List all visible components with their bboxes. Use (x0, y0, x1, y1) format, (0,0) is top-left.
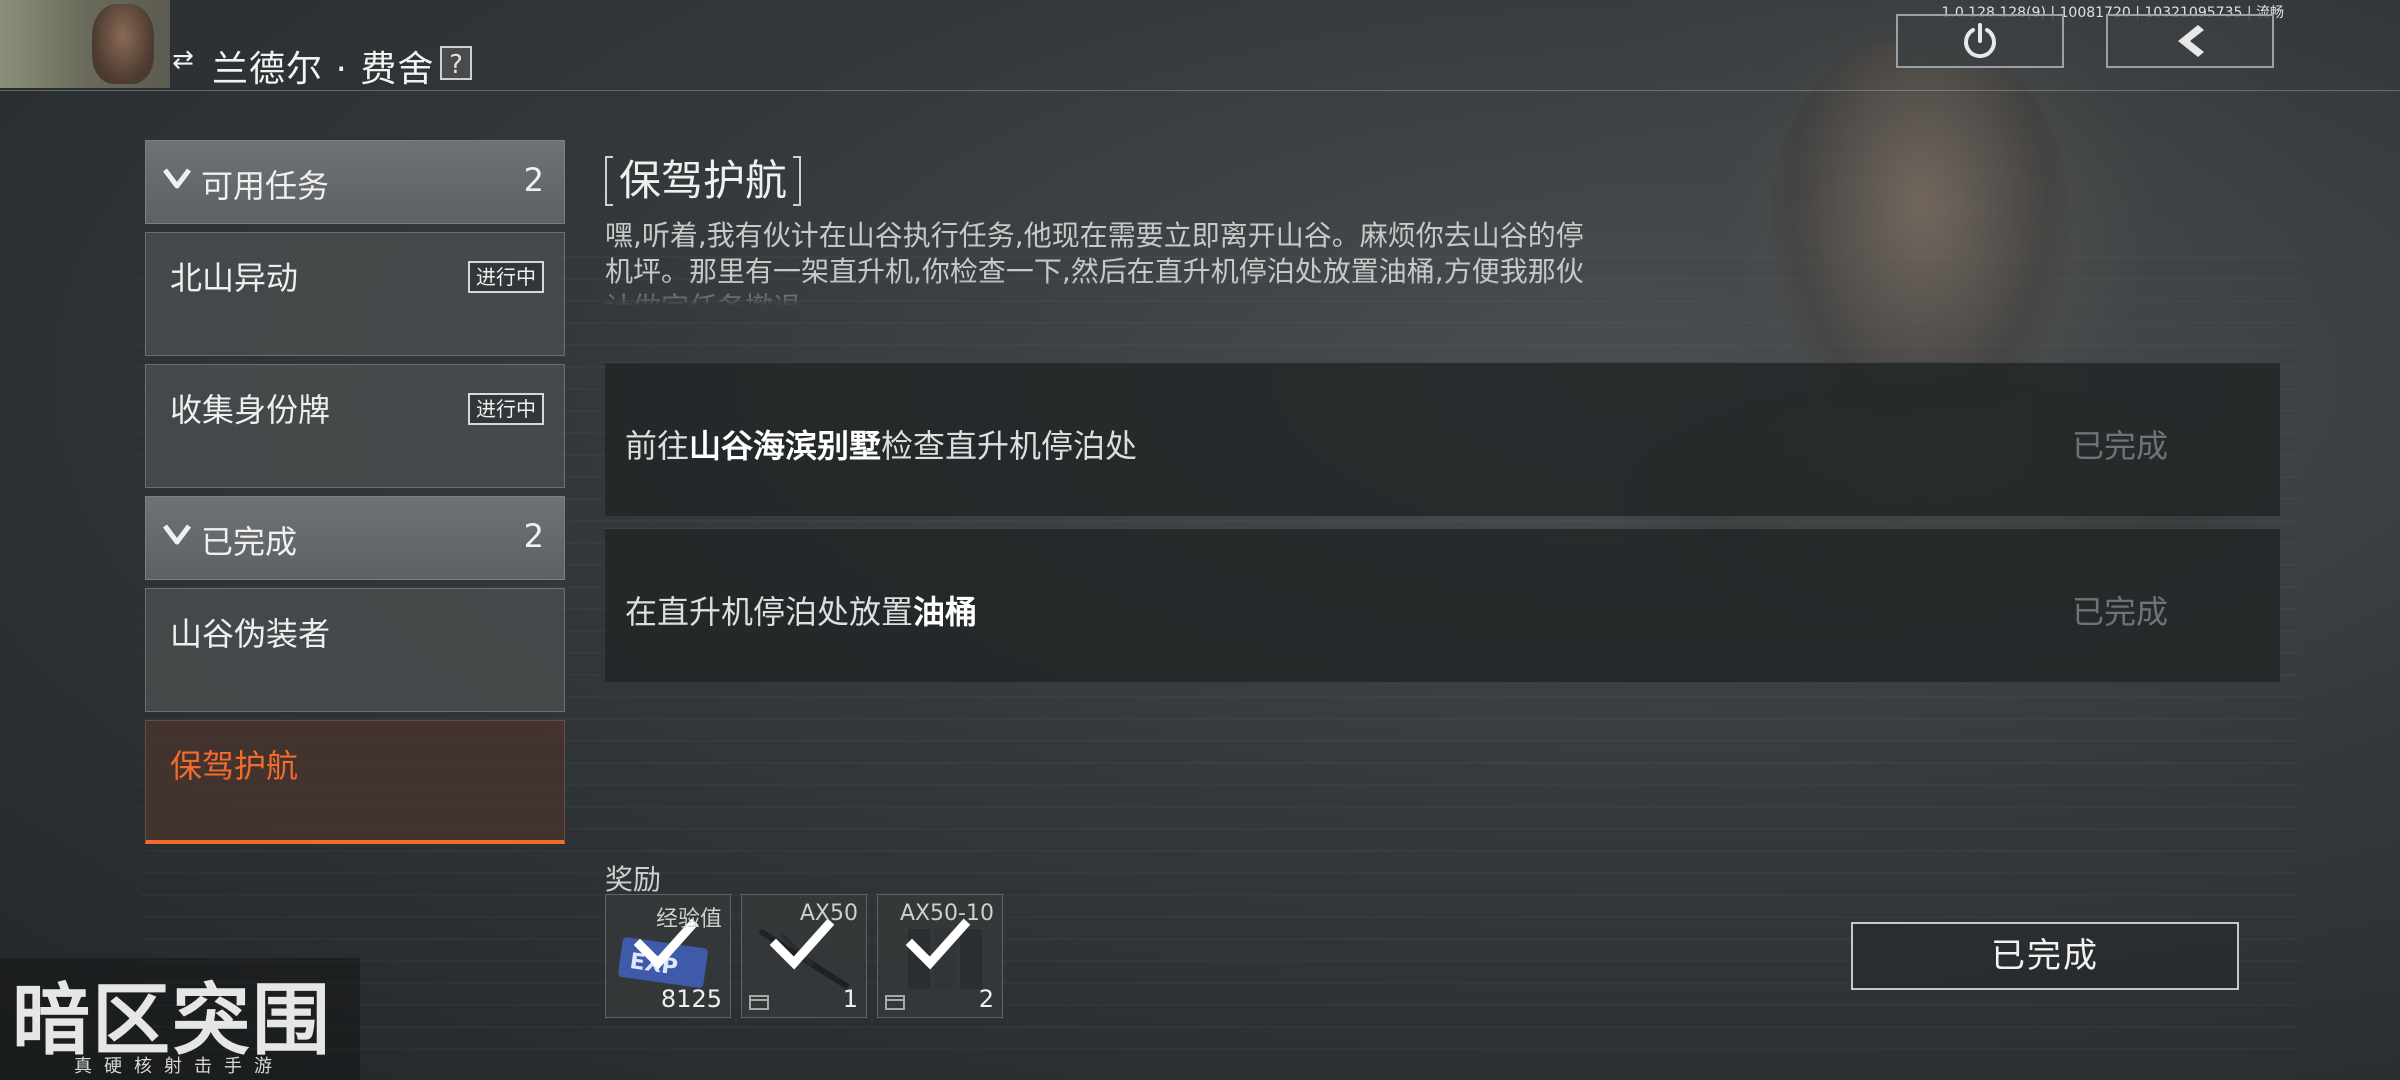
quest-item-label: 保驾护航 (170, 747, 299, 785)
group-label: 已完成 (201, 523, 298, 561)
quest-item-valley-impostor[interactable]: 山谷伪装者 (145, 588, 565, 712)
chevron-down-icon (163, 168, 191, 189)
objective-row: 在直升机停泊处放置油桶 已完成 (605, 528, 2280, 682)
rewards-label: 奖励 (605, 863, 662, 896)
status-badge: 进行中 (468, 393, 544, 425)
objective-text-prefix: 在直升机停泊处放置 (625, 593, 914, 631)
objective-highlight: 山谷海滨别墅 (689, 427, 882, 465)
reward-name: AX50 (799, 901, 858, 926)
reward-qty: 2 (978, 985, 994, 1013)
group-header-completed[interactable]: 已完成 2 (145, 496, 565, 580)
npc-avatar-face (92, 4, 154, 84)
objective-text-prefix: 前往 (625, 427, 690, 465)
switch-npc-icon[interactable]: ⇄ (172, 46, 200, 74)
npc-avatar[interactable] (0, 0, 170, 88)
objective-text: 前往山谷海滨别墅检查直升机停泊处 (625, 421, 1137, 467)
group-count: 2 (523, 161, 544, 199)
reward-item-ax50[interactable]: AX50 1 (741, 894, 867, 1018)
group-header-available[interactable]: 可用任务 2 (145, 140, 565, 224)
reward-item-ax50-10[interactable]: AX50-10 2 (877, 894, 1003, 1018)
top-bar: ⇄ 兰德尔 · 费舍 ? 1.0.128.128(9) | 10081720 |… (0, 0, 2400, 91)
reward-qty: 1 (842, 985, 858, 1013)
quest-item-north-mountain[interactable]: 北山异动 进行中 (145, 232, 565, 356)
chevron-down-icon (163, 524, 191, 545)
title-bracket-right (793, 156, 802, 206)
back-button[interactable] (2106, 14, 2274, 68)
status-badge: 进行中 (468, 261, 544, 293)
completed-button[interactable]: 已完成 (1851, 922, 2239, 990)
npc-name: 兰德尔 · 费舍 (212, 49, 435, 90)
reward-item-exp[interactable]: EXP 经验值 8125 (605, 894, 731, 1018)
group-label: 可用任务 (201, 167, 330, 205)
quest-item-label: 山谷伪装者 (170, 615, 331, 653)
npc-portrait (1560, 0, 2320, 620)
quest-item-label: 北山异动 (170, 259, 299, 297)
power-icon (1964, 23, 1996, 59)
group-count: 2 (523, 517, 544, 555)
objective-state: 已完成 (2071, 593, 2168, 631)
quest-item-label: 收集身份牌 (170, 391, 331, 429)
reward-qty: 8125 (660, 985, 722, 1013)
objective-row: 前往山谷海滨别墅检查直升机停泊处 已完成 (605, 362, 2280, 516)
quest-item-escort-selected[interactable]: 保驾护航 (145, 720, 565, 844)
quest-description[interactable]: 嘿,听着,我有伙计在山谷执行任务,他现在需要立即离开山谷。麻烦你去山谷的停机坪。… (605, 218, 1595, 306)
objective-text-suffix: 检查直升机停泊处 (881, 427, 1138, 465)
quest-title-frame: 保驾护航 (605, 156, 802, 206)
title-bracket-left (605, 156, 613, 206)
logo-tagline: 真硬核射击手游 (74, 1056, 284, 1077)
back-arrow-icon (2178, 25, 2204, 57)
game-logo: 暗区突围 真硬核射击手游 (0, 958, 360, 1080)
quest-list: 可用任务 2 北山异动 进行中 收集身份牌 进行中 已完成 2 山谷伪装者 保驾… (145, 140, 565, 852)
objective-highlight: 油桶 (913, 593, 978, 631)
reward-name: AX50-10 (899, 901, 994, 926)
reward-name: 经验值 (655, 907, 722, 932)
quest-item-collect-tags[interactable]: 收集身份牌 进行中 (145, 364, 565, 488)
quest-title: 保驾护航 (619, 156, 788, 205)
power-button[interactable] (1896, 14, 2064, 68)
box-icon (885, 995, 905, 1010)
box-icon (749, 995, 769, 1010)
objective-text: 在直升机停泊处放置油桶 (625, 587, 977, 633)
objective-state: 已完成 (2071, 427, 2168, 465)
help-button[interactable]: ? (440, 46, 472, 80)
